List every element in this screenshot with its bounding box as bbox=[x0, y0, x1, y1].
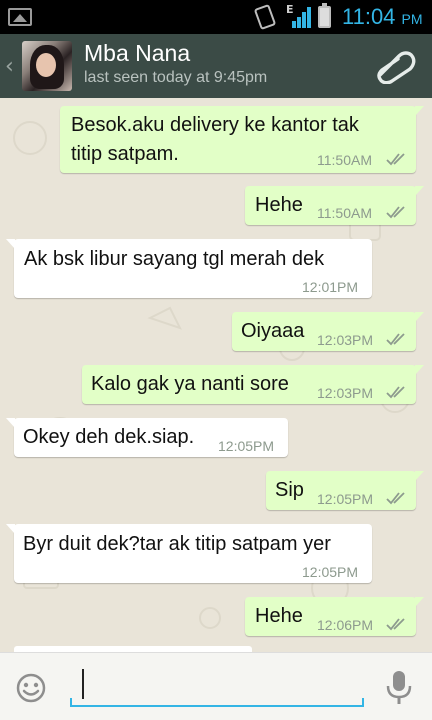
microphone-icon[interactable] bbox=[384, 669, 414, 707]
message-text: Sip bbox=[275, 479, 304, 501]
status-clock: 11:04 PM bbox=[342, 4, 423, 30]
battery-charging-icon bbox=[318, 3, 331, 28]
message-bubble-outgoing[interactable]: Sip 12:05PM bbox=[266, 471, 424, 510]
message-bubble-outgoing[interactable]: Oiyaaa 12:03PM bbox=[232, 312, 424, 351]
message-bubble-outgoing[interactable]: Hehe 11:50AM bbox=[245, 186, 424, 225]
double-check-icon bbox=[386, 333, 405, 346]
contact-name[interactable]: Mba Nana bbox=[84, 40, 190, 67]
gallery-icon bbox=[8, 8, 32, 26]
message-bubble-incoming[interactable]: Okey deh dek.siap. 12:05PM bbox=[6, 418, 288, 457]
message-time: 12:03PM bbox=[317, 385, 374, 401]
back-chevron-icon[interactable]: ‹ bbox=[5, 54, 14, 79]
message-text: Kalo gak ya nanti sore bbox=[91, 373, 289, 395]
message-time: 12:01PM bbox=[302, 279, 359, 295]
status-bar: E 11:04 PM bbox=[0, 0, 432, 34]
message-input-field[interactable] bbox=[70, 667, 364, 707]
message-time: 12:06PM bbox=[317, 617, 374, 633]
signal-icon bbox=[290, 6, 312, 28]
double-check-icon bbox=[386, 618, 405, 631]
clock-ampm: PM bbox=[401, 11, 423, 27]
message-bubble-outgoing[interactable]: Hehe 12:06PM bbox=[245, 597, 424, 636]
text-caret bbox=[82, 669, 84, 699]
paperclip-icon[interactable] bbox=[372, 48, 416, 84]
message-bubble-incoming[interactable]: Ak bsk libur sayang tgl merah dek 12:01P… bbox=[6, 239, 372, 298]
last-seen-status: last seen today at 9:45pm bbox=[84, 69, 268, 86]
double-check-icon bbox=[386, 206, 405, 219]
emoji-icon[interactable] bbox=[15, 672, 47, 704]
composer-bar bbox=[0, 652, 432, 720]
message-input[interactable] bbox=[86, 671, 356, 701]
message-bubble-outgoing[interactable]: Kalo gak ya nanti sore 12:03PM bbox=[82, 365, 424, 404]
chat-header: ‹ Mba Nana last seen today at 9:45pm bbox=[0, 34, 432, 98]
message-time: 12:05PM bbox=[302, 564, 359, 580]
message-text: Hehe bbox=[255, 605, 303, 627]
message-time: 12:05PM bbox=[218, 438, 275, 454]
double-check-icon bbox=[386, 153, 405, 166]
chat-area[interactable]: Besok.aku delivery ke kantor tak titip s… bbox=[0, 98, 432, 652]
message-time: 11:50AM bbox=[317, 152, 372, 168]
message-time: 12:05PM bbox=[317, 491, 374, 507]
message-time: 11:50AM bbox=[317, 205, 372, 221]
message-text: Hehe bbox=[255, 194, 303, 216]
message-text: Besok.aku delivery ke kantor tak titip s… bbox=[71, 114, 359, 165]
double-check-icon bbox=[386, 492, 405, 505]
message-text: Byr duit dek?tar ak titip satpam yer bbox=[23, 533, 331, 555]
double-check-icon bbox=[386, 386, 405, 399]
message-bubble-incoming[interactable]: Byr duit dek?tar ak titip satpam yer 12:… bbox=[6, 524, 372, 583]
message-bubble-outgoing[interactable]: Besok.aku delivery ke kantor tak titip s… bbox=[60, 106, 424, 173]
message-text: Ak bsk libur sayang tgl merah dek bbox=[24, 248, 325, 270]
vibrate-icon bbox=[253, 3, 277, 31]
message-text: Oiyaaa bbox=[241, 320, 305, 342]
avatar[interactable] bbox=[22, 41, 72, 91]
message-time: 12:03PM bbox=[317, 332, 374, 348]
message-text: Okey deh dek.siap. bbox=[23, 426, 195, 448]
avatar-face bbox=[36, 53, 56, 77]
clock-time: 11:04 bbox=[342, 4, 396, 29]
